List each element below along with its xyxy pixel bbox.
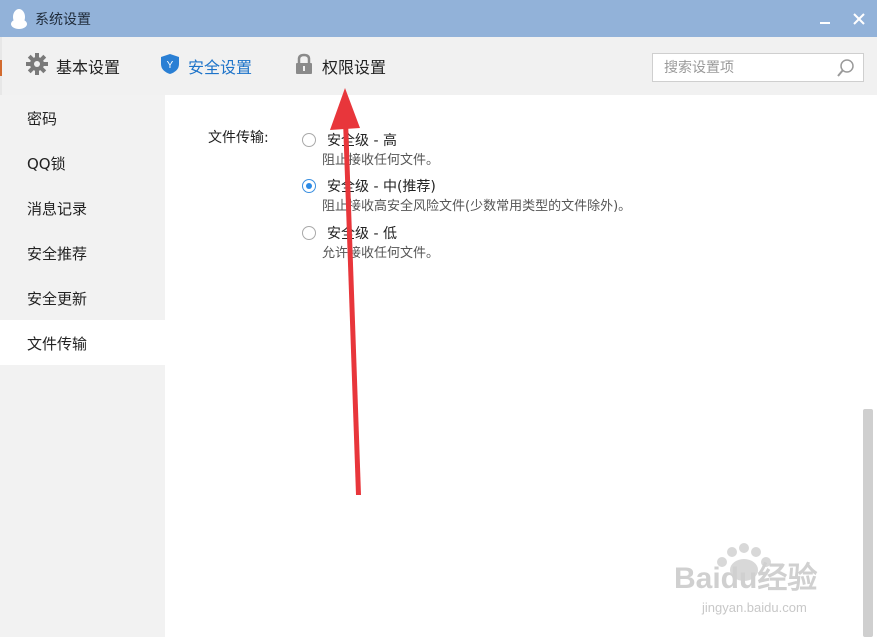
watermark-url: jingyan.baidu.com <box>701 600 807 615</box>
watermark-brand: Baidu经验 <box>674 561 817 595</box>
baidu-jingyan-watermark: Baidu经验 jingyan.baidu.com <box>672 540 842 624</box>
